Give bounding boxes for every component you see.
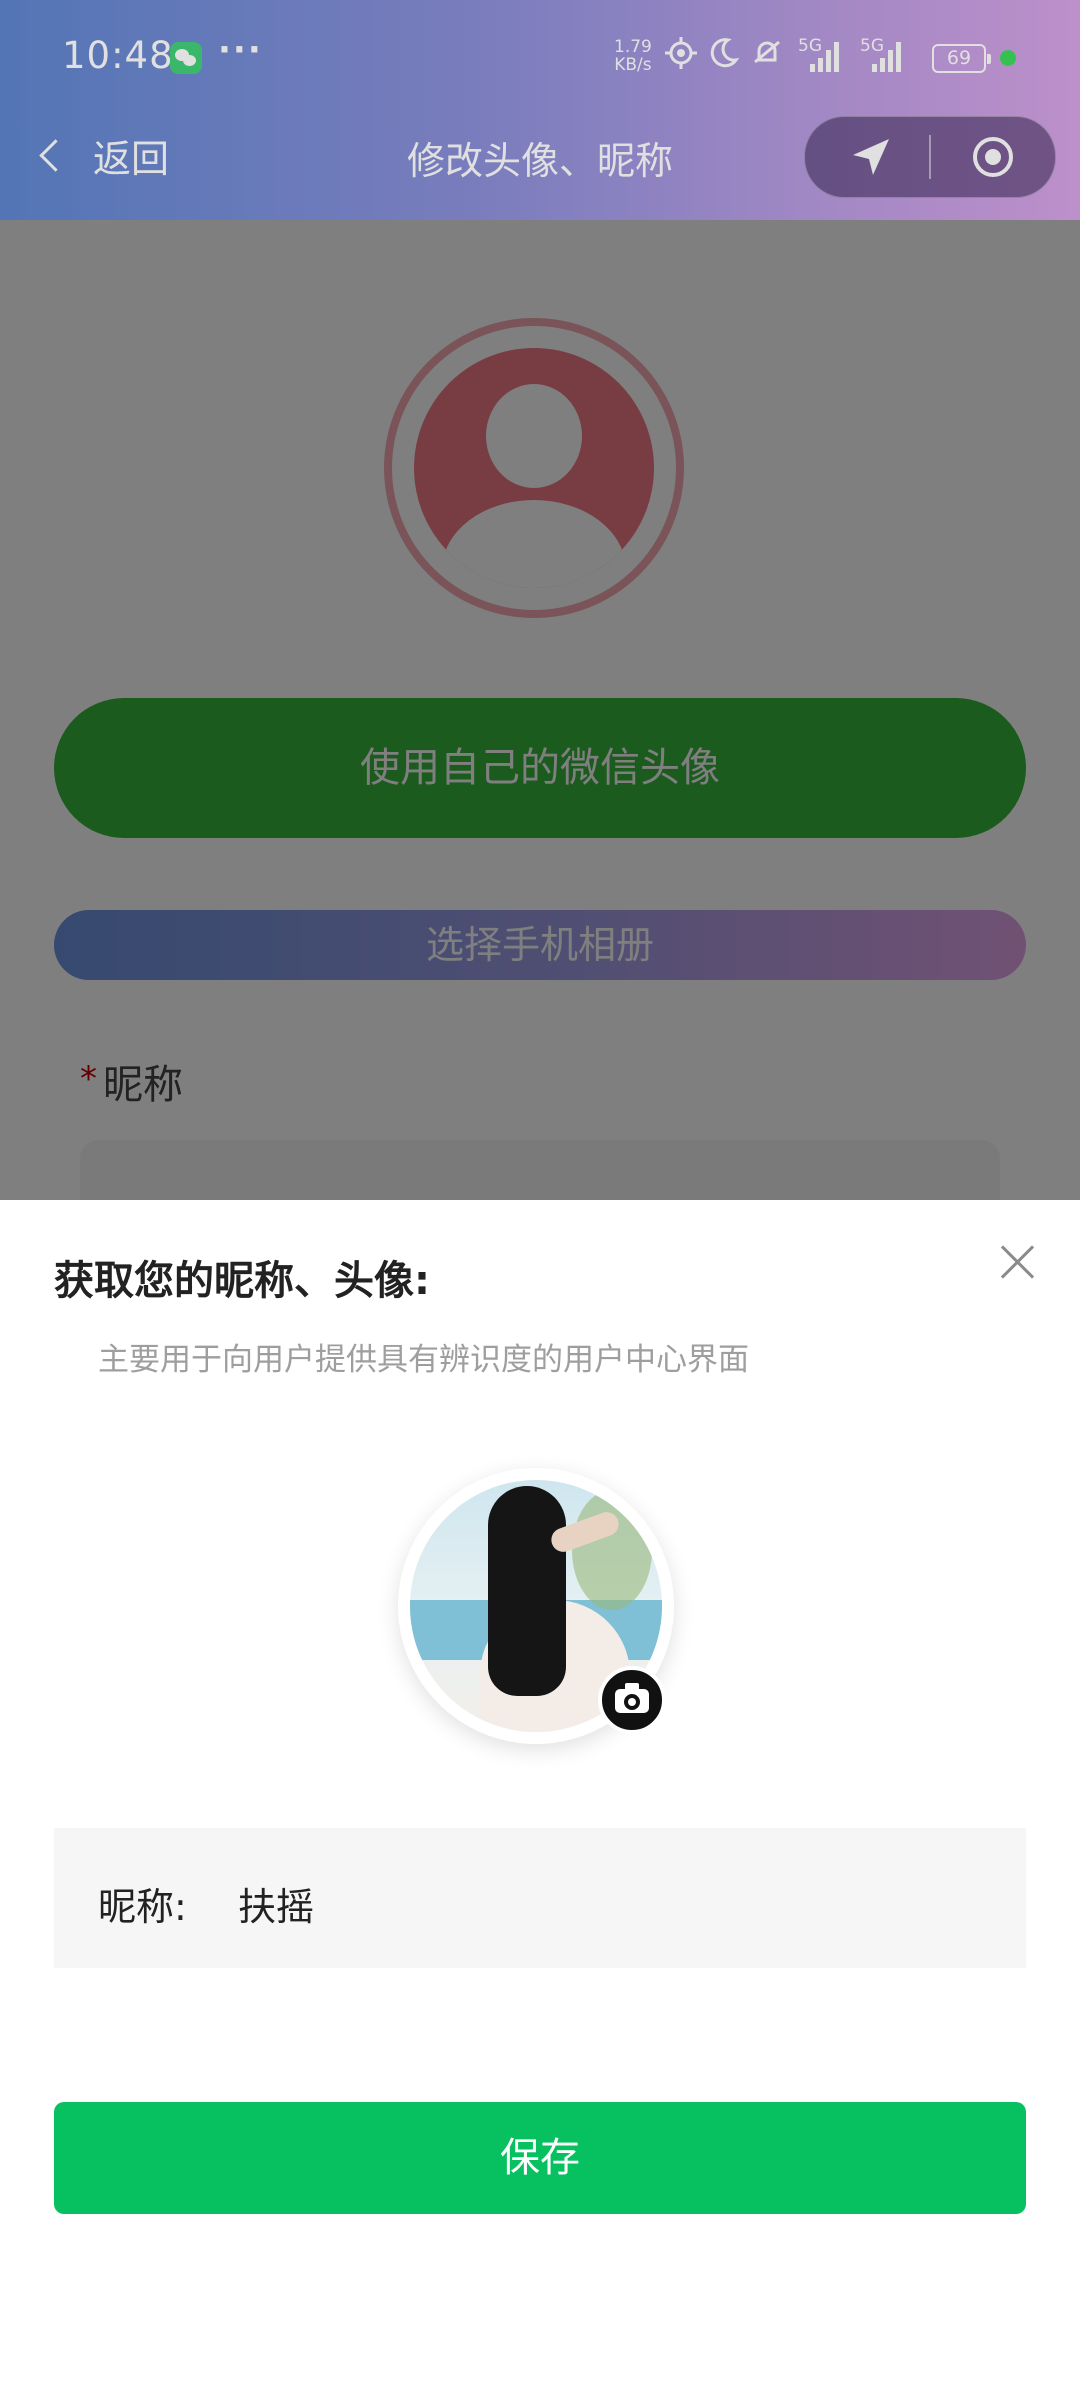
- nickname-input-row[interactable]: 昵称: 扶摇: [54, 1828, 1026, 1968]
- camera-icon[interactable]: [598, 1666, 666, 1734]
- page: 10:48 ··· 1.79 KB/s 5G 5G 69 返回 修改头像、昵称 …: [0, 0, 1080, 2400]
- nickname-input[interactable]: 扶摇: [238, 1876, 314, 1931]
- profile-auth-sheet: 获取您的昵称、头像: 主要用于向用户提供具有辨识度的用户中心界面 昵称: 扶摇 …: [0, 1200, 1080, 2400]
- photo-hair: [488, 1486, 566, 1696]
- sheet-title: 获取您的昵称、头像:: [54, 1258, 430, 1304]
- photo-palm: [572, 1490, 652, 1610]
- header: 10:48 ··· 1.79 KB/s 5G 5G 69 返回 修改头像、昵称: [0, 0, 1080, 220]
- header-dim: [0, 0, 1080, 220]
- nickname-label: 昵称:: [98, 1885, 187, 1929]
- camera-lens: [624, 1694, 640, 1710]
- modal-overlay[interactable]: [0, 220, 1080, 1200]
- save-button[interactable]: 保存: [54, 2102, 1026, 2214]
- close-icon[interactable]: [996, 1240, 1040, 1284]
- sheet-subtitle: 主要用于向用户提供具有辨识度的用户中心界面: [98, 1342, 749, 1378]
